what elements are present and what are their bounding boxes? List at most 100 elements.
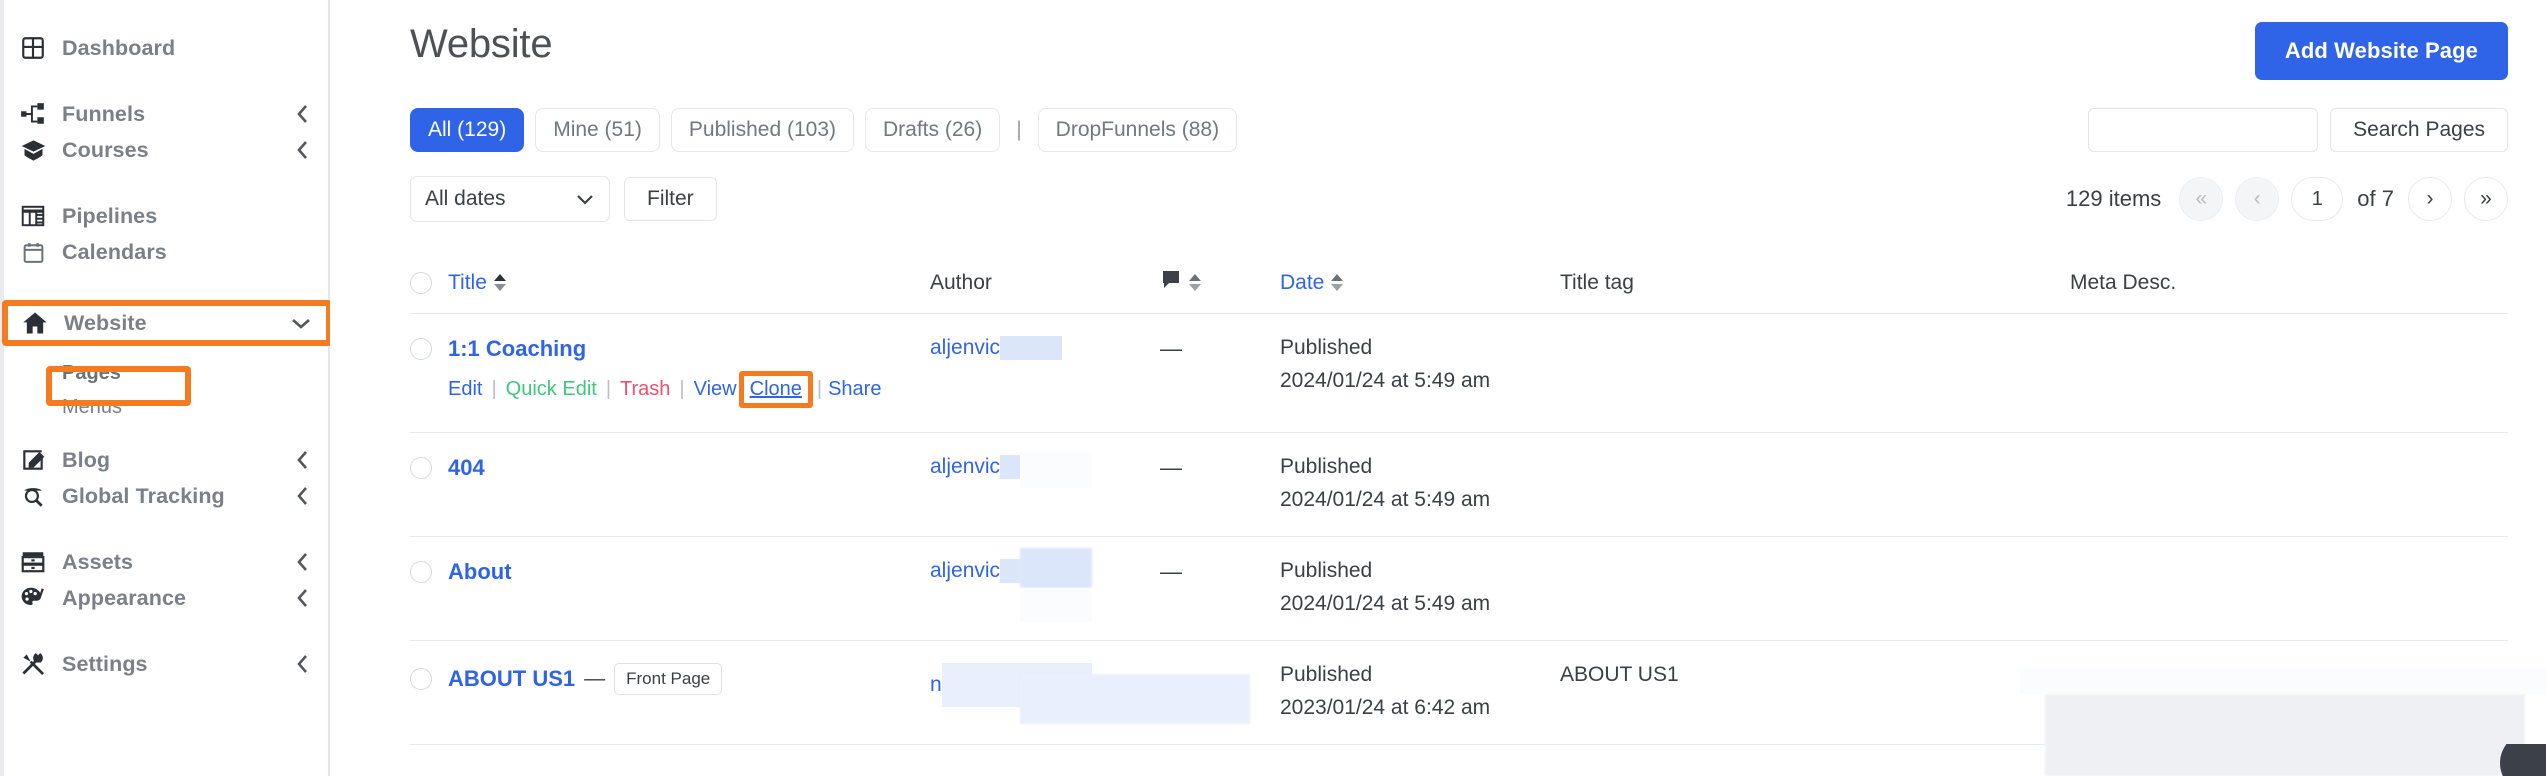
sidebar-group-assets: Assets Appearance	[0, 544, 328, 616]
sidebar-subitem-pages[interactable]: Pages	[0, 356, 328, 390]
search-pages-button[interactable]: Search Pages	[2330, 108, 2508, 152]
action-trash[interactable]: Trash	[620, 378, 670, 401]
select-all-radio[interactable]	[410, 271, 432, 294]
comments-value: —	[1160, 455, 1182, 480]
author-link[interactable]: aljenvic	[930, 336, 1000, 359]
search-area: Search Pages	[2088, 108, 2508, 152]
action-separator: |	[605, 378, 612, 400]
main-content: Website Add Website Page All (129) Mine …	[330, 0, 2546, 776]
search-input[interactable]	[2088, 108, 2319, 152]
tab-mine[interactable]: Mine (51)	[535, 108, 660, 152]
sidebar-subitem-menus[interactable]: Menus	[0, 390, 328, 424]
row-select-radio[interactable]	[410, 668, 432, 690]
th-title-label: Title	[448, 270, 487, 294]
add-website-page-button[interactable]: Add Website Page	[2254, 22, 2508, 80]
date-status: Published	[1280, 559, 1373, 582]
dashboard-icon	[18, 33, 48, 63]
action-view[interactable]: View	[694, 378, 737, 401]
row-title-line: 404	[410, 455, 930, 481]
next-page-button[interactable]: ›	[2408, 177, 2452, 221]
tab-all[interactable]: All (129)	[410, 108, 525, 152]
row-author-cell: aljenvic	[930, 336, 1160, 361]
prev-page-button[interactable]: ‹	[2235, 177, 2280, 221]
sidebar-item-dashboard[interactable]: Dashboard	[0, 30, 328, 66]
sidebar-subitem-label: Pages	[62, 361, 121, 384]
sort-date-icon[interactable]	[1331, 274, 1344, 291]
action-quick-edit[interactable]: Quick Edit	[506, 378, 597, 401]
sort-comments-icon[interactable]	[1189, 274, 1201, 291]
action-separator: |	[679, 378, 685, 400]
corner-artifact	[2500, 744, 2546, 776]
row-select-radio[interactable]	[410, 457, 432, 479]
filter-button[interactable]: Filter	[624, 177, 717, 221]
chevron-left-icon[interactable]	[292, 103, 314, 125]
date-status: Published	[1280, 455, 1373, 478]
sidebar-item-blog[interactable]: Blog	[0, 442, 328, 478]
action-edit[interactable]: Edit	[448, 378, 482, 401]
row-title-link[interactable]: 404	[448, 455, 485, 481]
settings-icon	[18, 649, 48, 679]
chevron-left-icon[interactable]	[292, 449, 314, 471]
front-page-badge: Front Page	[614, 663, 723, 695]
sidebar-item-appearance[interactable]: Appearance	[0, 580, 328, 616]
tab-dropfunnels[interactable]: DropFunnels (88)	[1037, 108, 1238, 152]
first-page-button[interactable]: «	[2179, 177, 2224, 221]
calendar-icon	[18, 237, 48, 267]
current-page-input[interactable]: 1	[2291, 177, 2344, 221]
chevron-left-icon[interactable]	[292, 653, 314, 675]
chevron-left-icon[interactable]	[292, 139, 314, 161]
action-clone[interactable]: Clone	[750, 378, 802, 400]
filters-left: All dates Filter	[410, 176, 717, 222]
sidebar-item-label: Dashboard	[62, 35, 176, 60]
sidebar-item-label: Assets	[62, 549, 134, 574]
total-pages-label: of 7	[2357, 186, 2394, 211]
sidebar-item-website[interactable]: Website	[2, 300, 332, 346]
last-page-button[interactable]: »	[2464, 177, 2508, 221]
table-row: ABOUT US1 — Front Page n — Published 202…	[410, 641, 2508, 745]
author-link[interactable]: aljenvic	[930, 559, 1000, 582]
sidebar-item-settings[interactable]: Settings	[0, 646, 328, 682]
th-title-tag-label: Title tag	[1560, 270, 1634, 294]
sidebar-item-pipelines[interactable]: Pipelines	[0, 198, 328, 234]
comment-icon	[1160, 269, 1182, 297]
courses-icon	[18, 135, 48, 165]
sidebar-item-global-tracking[interactable]: Global Tracking	[0, 478, 328, 514]
date-filter-select[interactable]: All dates	[410, 176, 610, 222]
sidebar-item-calendars[interactable]: Calendars	[0, 234, 328, 270]
chevron-left-icon[interactable]	[292, 551, 314, 573]
th-date[interactable]: Date	[1280, 271, 1560, 295]
sidebar-item-funnels[interactable]: Funnels	[0, 96, 328, 132]
row-select-radio[interactable]	[410, 561, 432, 583]
items-count: 129 items	[2065, 186, 2162, 211]
th-meta-desc-label: Meta Desc.	[2070, 270, 2177, 294]
sidebar-item-courses[interactable]: Courses	[0, 132, 328, 168]
blog-icon	[18, 445, 48, 475]
chevron-down-icon[interactable]	[290, 312, 312, 334]
row-author-cell: aljenvic	[930, 455, 1160, 480]
author-link[interactable]: aljenvic	[930, 455, 1000, 478]
th-author-label: Author	[930, 270, 992, 294]
tab-drafts[interactable]: Drafts (26)	[865, 108, 1001, 152]
sidebar-item-assets[interactable]: Assets	[0, 544, 328, 580]
th-date-label: Date	[1280, 270, 1325, 294]
chevron-left-icon[interactable]	[292, 485, 314, 507]
sidebar-subitem-label: Menus	[62, 395, 123, 418]
th-comments[interactable]	[1160, 269, 1280, 297]
row-title-link[interactable]: About	[448, 559, 512, 585]
sidebar-group-blog: Blog Global Tracking	[0, 442, 328, 514]
sort-title-icon[interactable]	[493, 274, 506, 291]
date-filter-value: All dates	[425, 187, 506, 210]
redacted-block	[1000, 455, 1063, 480]
tab-published[interactable]: Published (103)	[670, 108, 854, 152]
row-comments-cell: —	[1160, 455, 1280, 481]
row-title-link[interactable]: ABOUT US1	[448, 666, 575, 692]
author-link[interactable]: n	[930, 673, 942, 696]
row-title-line: ABOUT US1 — Front Page	[410, 663, 930, 695]
row-title-cell: ABOUT US1 — Front Page	[410, 663, 930, 695]
th-title[interactable]: Title	[410, 271, 930, 295]
date-status: Published	[1280, 336, 1373, 359]
chevron-left-icon[interactable]	[292, 587, 314, 609]
row-select-radio[interactable]	[410, 338, 432, 360]
action-share[interactable]: Share	[828, 378, 881, 401]
row-title-link[interactable]: 1:1 Coaching	[448, 336, 586, 362]
